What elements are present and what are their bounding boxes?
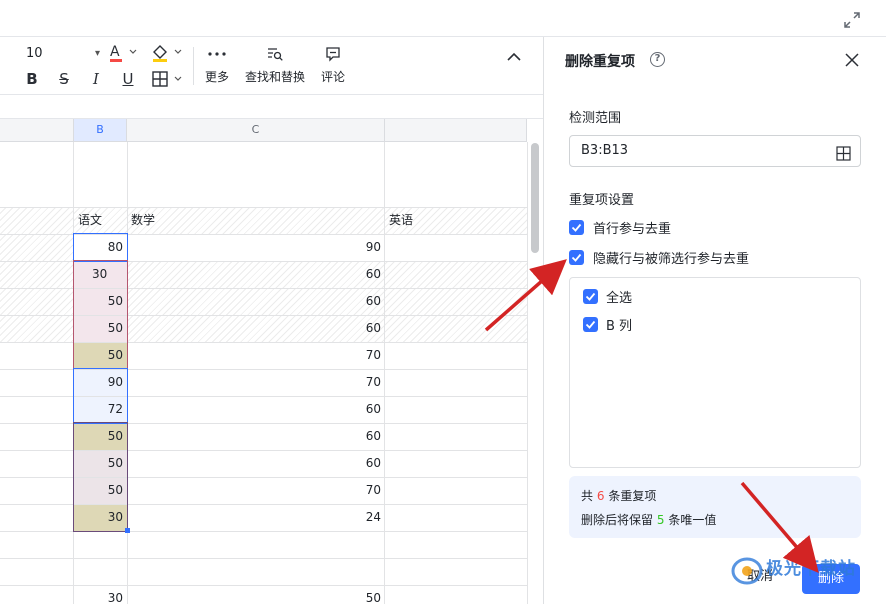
hidden-row-hatch	[0, 207, 74, 234]
underline-icon[interactable]: U	[117, 68, 139, 90]
cell-header-chinese[interactable]: 语文	[74, 207, 127, 234]
cell-c[interactable]: 60	[127, 396, 385, 423]
summary-suffix: 条重复项	[608, 489, 657, 503]
spreadsheet-grid[interactable]: B C 语文 数学 英语 80 90 30 60 50 60 50 60 50 …	[0, 119, 543, 604]
cell-header-math[interactable]: 数学	[127, 207, 385, 234]
summary-prefix: 删除后将保留	[581, 513, 654, 527]
cell-c[interactable]: 60	[127, 261, 385, 288]
more-button[interactable]: 更多	[187, 43, 247, 85]
keep-count: 5	[656, 513, 665, 527]
cell-c[interactable]: 90	[127, 234, 385, 261]
settings-label: 重复项设置	[569, 193, 635, 208]
column-b-checkbox[interactable]	[583, 317, 598, 332]
hidden-row-hatch	[0, 234, 74, 261]
help-icon[interactable]: ?	[650, 52, 665, 67]
watermark-text: 极光下载站	[766, 559, 856, 579]
comment-icon	[303, 43, 363, 65]
summary-box: 共 6 条重复项 删除后将保留 5 条唯一值	[569, 476, 861, 538]
unique-group-border	[73, 368, 128, 424]
duplicate-group-border	[73, 260, 128, 369]
watermark-logo: 极光下载站	[728, 552, 886, 604]
grid-line	[0, 558, 527, 559]
first-row-checkbox[interactable]	[569, 220, 584, 235]
cell-c[interactable]: 24	[127, 504, 385, 531]
watermark-icon	[731, 557, 763, 585]
formula-bar[interactable]	[0, 95, 543, 119]
fill-handle[interactable]	[125, 528, 130, 533]
svg-text:A: A	[110, 44, 120, 60]
active-cell-border	[73, 233, 128, 262]
cell-c[interactable]: 60	[127, 315, 385, 342]
cell-header-english[interactable]: 英语	[385, 207, 527, 234]
comment-label: 评论	[320, 70, 345, 84]
fullscreen-icon[interactable]	[843, 11, 861, 29]
first-row-option-label[interactable]: 首行参与去重	[593, 218, 671, 237]
find-replace-label: 查找和替换	[245, 70, 306, 84]
cell-c[interactable]: 70	[127, 342, 385, 369]
hidden-row-hatch	[0, 315, 74, 342]
summary-line-2: 删除后将保留 5 条唯一值	[581, 511, 716, 528]
chevron-up-icon[interactable]	[504, 47, 524, 67]
summary-line-1: 共 6 条重复项	[581, 487, 656, 504]
italic-icon[interactable]: I	[85, 68, 107, 90]
panel-title: 删除重复项	[565, 54, 635, 70]
toolbar: 10 ▾ A B S I U 更多 查找和替换 评论	[0, 37, 543, 95]
fill-color-button[interactable]	[150, 42, 186, 68]
select-all-checkbox[interactable]	[583, 289, 598, 304]
find-replace-icon	[245, 43, 305, 65]
range-select-icon[interactable]	[836, 143, 851, 161]
bold-icon[interactable]: B	[21, 68, 43, 90]
hidden-rows-option-label[interactable]: 隐藏行与被筛选行参与去重	[593, 248, 749, 267]
range-input[interactable]: B3:B13	[569, 135, 861, 167]
cell-c[interactable]: 60	[127, 450, 385, 477]
select-all-label[interactable]: 全选	[606, 287, 632, 306]
cell-c[interactable]: 70	[127, 369, 385, 396]
column-list: 全选 B 列	[569, 277, 861, 468]
font-size-select[interactable]: 10 ▾	[14, 44, 100, 64]
vertical-scrollbar[interactable]	[531, 143, 539, 253]
font-color-button[interactable]: A	[107, 42, 141, 68]
hidden-row-hatch	[0, 261, 74, 288]
remove-duplicates-panel: 删除重复项 ? 检测范围 B3:B13 重复项设置 首行参与去重 隐藏行与被筛选…	[543, 37, 886, 604]
column-header-b[interactable]: B	[74, 119, 127, 142]
comment-button[interactable]: 评论	[303, 43, 363, 85]
grid-line	[527, 142, 528, 604]
top-bar	[0, 0, 886, 37]
column-b-label[interactable]: B 列	[606, 315, 632, 334]
range-value: B3:B13	[581, 143, 629, 158]
summary-suffix: 条唯一值	[668, 513, 717, 527]
range-label: 检测范围	[569, 111, 622, 126]
duplicate-count: 6	[596, 489, 605, 503]
summary-prefix: 共	[581, 489, 594, 503]
strikethrough-icon[interactable]: S	[53, 68, 75, 90]
cell-c[interactable]: 50	[127, 585, 385, 604]
column-header-d[interactable]	[385, 119, 527, 142]
hidden-rows-checkbox[interactable]	[569, 250, 584, 265]
more-icon	[187, 43, 247, 65]
hidden-row-hatch	[0, 288, 74, 315]
column-header-a[interactable]	[0, 119, 74, 142]
cell-c[interactable]: 70	[127, 477, 385, 504]
duplicate-group-border	[73, 422, 128, 532]
chevron-down-icon: ▾	[94, 48, 100, 59]
cell-c[interactable]: 60	[127, 423, 385, 450]
column-header-c[interactable]: C	[127, 119, 385, 142]
more-label: 更多	[204, 70, 229, 84]
close-icon[interactable]	[843, 51, 861, 69]
cell-b[interactable]: 30	[74, 585, 127, 604]
font-size-value: 10	[26, 46, 43, 61]
find-replace-button[interactable]: 查找和替换	[245, 43, 305, 85]
cell-c[interactable]: 60	[127, 288, 385, 315]
border-button[interactable]	[150, 70, 186, 92]
